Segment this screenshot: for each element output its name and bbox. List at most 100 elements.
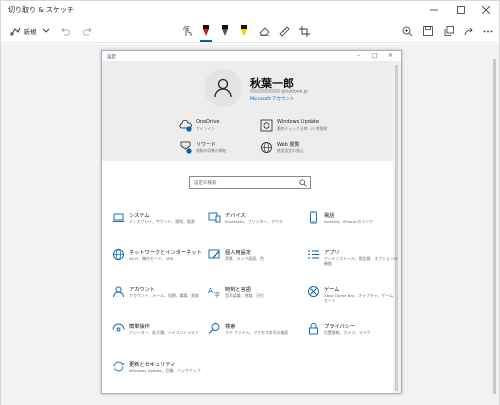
- category-network[interactable]: ネットワークとインターネット Wi-Fi、機内モード、VPN: [112, 248, 204, 278]
- update-security-icon: [113, 361, 125, 372]
- save-button[interactable]: [421, 22, 435, 40]
- privacy-lock-icon: [309, 323, 318, 335]
- cloud-icon: [179, 119, 192, 132]
- scrollbar-thumb[interactable]: [493, 59, 496, 394]
- category-name: 電話: [324, 213, 335, 219]
- category-desc: Xbox Game Bar、キャプチャ、ゲーム モード: [324, 293, 394, 303]
- category-name: 検索: [225, 324, 236, 330]
- maximize-button[interactable]: [448, 1, 474, 19]
- category-system[interactable]: システム ディスプレイ、サウンド、通知、電源: [112, 211, 204, 241]
- pencil-icon: [222, 25, 228, 36]
- onedrive-status: サインイン: [196, 126, 215, 131]
- share-icon: [464, 27, 473, 36]
- category-desc: ディスプレイ、サウンド、通知、電源: [129, 219, 195, 224]
- ballpoint-pen-button[interactable]: [199, 22, 213, 40]
- category-name: 個人用設定: [225, 250, 251, 256]
- category-name: システム: [129, 213, 150, 219]
- search-category-icon: [208, 323, 220, 334]
- category-name: ネットワークとインターネット: [129, 250, 202, 256]
- ruler-button[interactable]: [277, 22, 291, 40]
- category-desc: ナレーター、拡大鏡、ハイコントラスト: [129, 330, 199, 335]
- category-devices[interactable]: デバイス Bluetooth、プリンター、マウス: [208, 211, 300, 241]
- svg-text:字: 字: [214, 291, 220, 298]
- more-options-button[interactable]: [481, 22, 495, 40]
- toolbar: 新規: [1, 19, 499, 43]
- highlighter-icon: [241, 25, 247, 35]
- person-icon: [214, 78, 232, 98]
- category-search[interactable]: 検索 マイ ファイル、アクセス許可の検索: [208, 322, 300, 352]
- category-desc: マイ ファイル、アクセス許可の検索: [225, 330, 289, 335]
- web-browsing-status: 推奨設定の復元: [277, 148, 304, 153]
- category-time-language[interactable]: A字 時刻と言語 音声認識、地域、日付: [208, 285, 300, 315]
- category-desc: 音声認識、地域、日付: [225, 293, 264, 298]
- touch-writing-button[interactable]: [180, 22, 194, 40]
- windows-update-label: Windows Update: [277, 119, 320, 125]
- account-icon: [113, 286, 124, 298]
- laptop-icon: [112, 213, 125, 222]
- ballpoint-pen-icon: [203, 25, 209, 36]
- search-icon: [299, 179, 307, 187]
- category-desc: Windows Update、回復、バックアップ: [129, 368, 201, 373]
- email-redaction: [250, 89, 280, 93]
- undo-button[interactable]: [58, 22, 72, 40]
- highlighter-button[interactable]: [237, 22, 251, 40]
- selected-tool-indicator: [200, 40, 212, 42]
- zoom-in-icon: [402, 26, 412, 36]
- share-button[interactable]: [462, 22, 476, 40]
- eraser-icon: [258, 27, 270, 36]
- minimize-button[interactable]: [421, 1, 447, 19]
- category-accounts[interactable]: アカウント アカウント、メール、同期、職場、家族: [112, 285, 204, 315]
- personalization-icon: [208, 249, 220, 259]
- rewards-label: リワード: [196, 142, 217, 148]
- app-title: 切り取り & スケッチ: [8, 6, 74, 14]
- category-ease-of-access[interactable]: 簡単操作 ナレーター、拡大鏡、ハイコントラスト: [112, 322, 204, 352]
- category-name: アプリ: [324, 250, 340, 256]
- user-email: @outlook.jp: [250, 89, 308, 95]
- avatar: [204, 69, 242, 107]
- canvas-scrollbar[interactable]: [490, 44, 499, 405]
- touch-writing-icon: [183, 25, 192, 36]
- windows-update-status: 最終チェック日時: 15 時間前: [277, 126, 328, 131]
- rewards-status: 報酬の収集の開始: [196, 148, 227, 153]
- pencil-button[interactable]: [218, 22, 232, 40]
- category-name: デバイス: [225, 213, 246, 219]
- microsoft-account-link[interactable]: Microsoft アカウント: [250, 96, 294, 102]
- category-personalization[interactable]: 個人用設定 背景、ロック画面、色: [208, 248, 300, 278]
- maximize-icon: [457, 6, 465, 14]
- category-name: 時刻と言語: [225, 287, 251, 293]
- ruler-icon: [278, 25, 290, 37]
- rewards-icon: [180, 141, 192, 154]
- copy-button[interactable]: [442, 22, 456, 40]
- category-desc: 位置情報、カメラ、マイク: [324, 330, 371, 335]
- eraser-button[interactable]: [257, 22, 271, 40]
- user-email-domain: @outlook.jp: [281, 89, 308, 95]
- category-phone[interactable]: 電話 Android、iPhone のリンク: [307, 211, 399, 241]
- category-desc: アカウント、メール、同期、職場、家族: [129, 293, 199, 298]
- redo-button[interactable]: [81, 22, 95, 40]
- close-button[interactable]: [473, 1, 499, 19]
- category-apps[interactable]: アプリ アンインストール、既定値、オプションの機能: [307, 248, 399, 278]
- apps-icon: [308, 250, 319, 259]
- chevron-down-icon: [42, 28, 50, 33]
- ease-of-access-icon: [112, 323, 125, 332]
- crop-button[interactable]: [297, 22, 311, 40]
- zoom-button[interactable]: [400, 22, 414, 40]
- onedrive-label: OneDrive: [196, 119, 220, 125]
- web-browsing-label: Web 閲覧: [277, 142, 300, 148]
- category-desc: 背景、ロック画面、色: [225, 256, 264, 261]
- redo-icon: [83, 27, 92, 35]
- category-name: 更新とセキュリティ: [129, 362, 176, 368]
- new-snip-button[interactable]: 新規: [5, 22, 41, 40]
- category-gaming[interactable]: ゲーム Xbox Game Bar、キャプチャ、ゲーム モード: [307, 285, 399, 315]
- more-icon: [483, 30, 493, 32]
- category-desc: Wi-Fi、機内モード、VPN: [129, 256, 174, 261]
- new-dropdown-button[interactable]: [41, 22, 51, 40]
- undo-icon: [61, 27, 70, 35]
- category-privacy[interactable]: プライバシー 位置情報、カメラ、マイク: [307, 322, 399, 352]
- category-desc: Android、iPhone のリンク: [324, 219, 373, 224]
- settings-search-input[interactable]: 設定の検索: [189, 176, 311, 189]
- close-icon: [482, 6, 490, 14]
- category-update-security[interactable]: 更新とセキュリティ Windows Update、回復、バックアップ: [112, 360, 204, 390]
- settings-title: 設定: [107, 55, 116, 60]
- time-language-icon: A字: [208, 287, 220, 298]
